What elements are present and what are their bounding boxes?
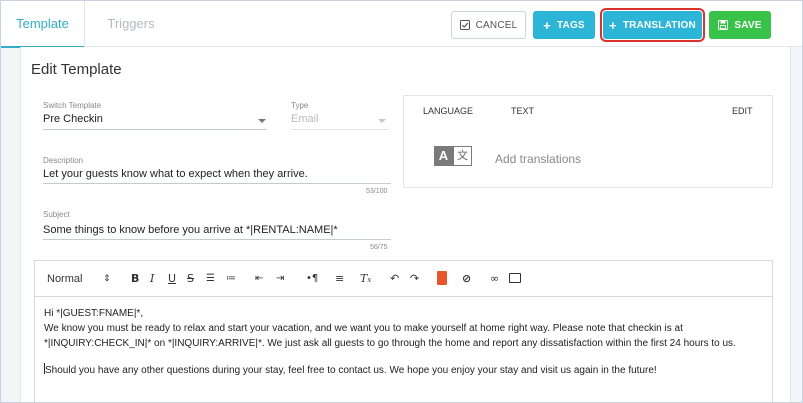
- editor-content[interactable]: Hi *|GUEST:FNAME|*, We know you must be …: [44, 306, 764, 378]
- save-label: SAVE: [734, 19, 762, 31]
- plus-icon: +: [543, 17, 551, 33]
- plus-icon: +: [609, 17, 617, 33]
- tags-button[interactable]: + TAGS: [533, 11, 595, 39]
- link-icon[interactable]: ∞: [490, 272, 499, 286]
- language-column-header: LANGUAGE: [423, 106, 474, 116]
- type-underline: [291, 129, 389, 130]
- switch-template-underline: [43, 129, 267, 130]
- subject-input[interactable]: Some things to know before you arrive at…: [43, 224, 338, 236]
- editor-line: *|INQUIRY:CHECK_IN|* on *|INQUIRY:ARRIVE…: [44, 338, 736, 349]
- subject-label: Subject: [43, 210, 70, 219]
- ordered-list-icon[interactable]: ☰: [206, 272, 215, 286]
- editor-line: Should you have any other questions duri…: [45, 365, 657, 376]
- format-select[interactable]: Normal: [47, 272, 82, 286]
- redo-icon[interactable]: ↷: [410, 272, 419, 286]
- indent-icon[interactable]: ⇥: [276, 272, 284, 286]
- add-translation-button[interactable]: + TRANSLATION: [600, 8, 705, 42]
- align-icon[interactable]: ≡: [335, 272, 344, 286]
- translate-icon: A 文: [434, 146, 472, 166]
- paperclip-icon[interactable]: ⊘: [462, 272, 471, 286]
- translation-label: TRANSLATION: [622, 19, 696, 31]
- undo-icon[interactable]: ↶: [390, 272, 399, 286]
- top-bar: Template Triggers CANCEL + TAGS + TRANSL…: [1, 1, 802, 48]
- tab-triggers-label: Triggers: [107, 16, 155, 31]
- italic-icon[interactable]: I: [150, 272, 154, 286]
- snippet-icon[interactable]: [437, 271, 447, 285]
- description-label: Description: [43, 156, 84, 165]
- editor-toolbar: Normal ⇕ B I U S ☰ ≔ ⇤ ⇥ •¶ ≡ Tx ↶ ↷ ⊘ ∞: [35, 261, 772, 297]
- switch-template-select[interactable]: Pre Checkin: [43, 113, 103, 125]
- text-direction-icon[interactable]: •¶: [306, 272, 318, 286]
- cancel-button[interactable]: CANCEL: [451, 11, 526, 39]
- switch-template-label: Switch Template: [43, 101, 102, 110]
- app-frame: Template Triggers CANCEL + TAGS + TRANSL…: [0, 0, 803, 403]
- editor-line: Hi *|GUEST:FNAME|*,: [44, 308, 144, 319]
- clear-formatting-icon[interactable]: Tx: [360, 272, 371, 286]
- chevron-down-icon: [378, 119, 386, 123]
- description-counter: 53/100: [366, 188, 388, 195]
- translations-table: LANGUAGE TEXT EDIT A 文 Add translations: [403, 95, 773, 188]
- text-column-header: TEXT: [511, 106, 535, 116]
- subject-counter: 56/75: [370, 244, 388, 251]
- bold-icon[interactable]: B: [131, 272, 139, 286]
- outdent-icon[interactable]: ⇤: [255, 272, 263, 286]
- floppy-disk-icon: [718, 20, 729, 30]
- underline-icon[interactable]: U: [168, 272, 176, 286]
- save-button[interactable]: SAVE: [709, 11, 771, 39]
- tags-label: TAGS: [556, 19, 585, 31]
- tab-triggers[interactable]: Triggers: [96, 1, 166, 47]
- tab-template[interactable]: Template: [1, 1, 85, 48]
- translate-icon-latin: A: [434, 146, 453, 166]
- type-select: Email: [291, 113, 319, 125]
- rich-text-editor: Normal ⇕ B I U S ☰ ≔ ⇤ ⇥ •¶ ≡ Tx ↶ ↷ ⊘ ∞: [34, 260, 773, 402]
- chevron-down-icon[interactable]: [258, 119, 266, 123]
- bullet-list-icon[interactable]: ≔: [226, 272, 236, 286]
- page-title: Edit Template: [31, 61, 122, 78]
- tab-template-label: Template: [16, 16, 69, 31]
- image-icon[interactable]: [509, 273, 521, 283]
- edit-column-header: EDIT: [732, 106, 753, 116]
- format-select-arrows-icon[interactable]: ⇕: [103, 272, 111, 286]
- cancel-label: CANCEL: [475, 19, 518, 31]
- edit-template-panel: Edit Template Switch Template Pre Checki…: [20, 47, 791, 402]
- strikethrough-icon[interactable]: S: [187, 272, 194, 286]
- checkbox-icon: [459, 20, 470, 30]
- description-input[interactable]: Let your guests know what to expect when…: [43, 168, 308, 180]
- editor-line: We know you must be ready to relax and s…: [44, 323, 683, 334]
- type-label: Type: [291, 101, 309, 110]
- subject-underline: [43, 239, 391, 240]
- editor-blank-line: [44, 351, 764, 363]
- translate-icon-cjk: 文: [453, 146, 472, 166]
- description-underline: [43, 183, 391, 184]
- editor-line-with-cursor: Should you have any other questions duri…: [44, 363, 764, 378]
- add-translations-text: Add translations: [495, 152, 582, 166]
